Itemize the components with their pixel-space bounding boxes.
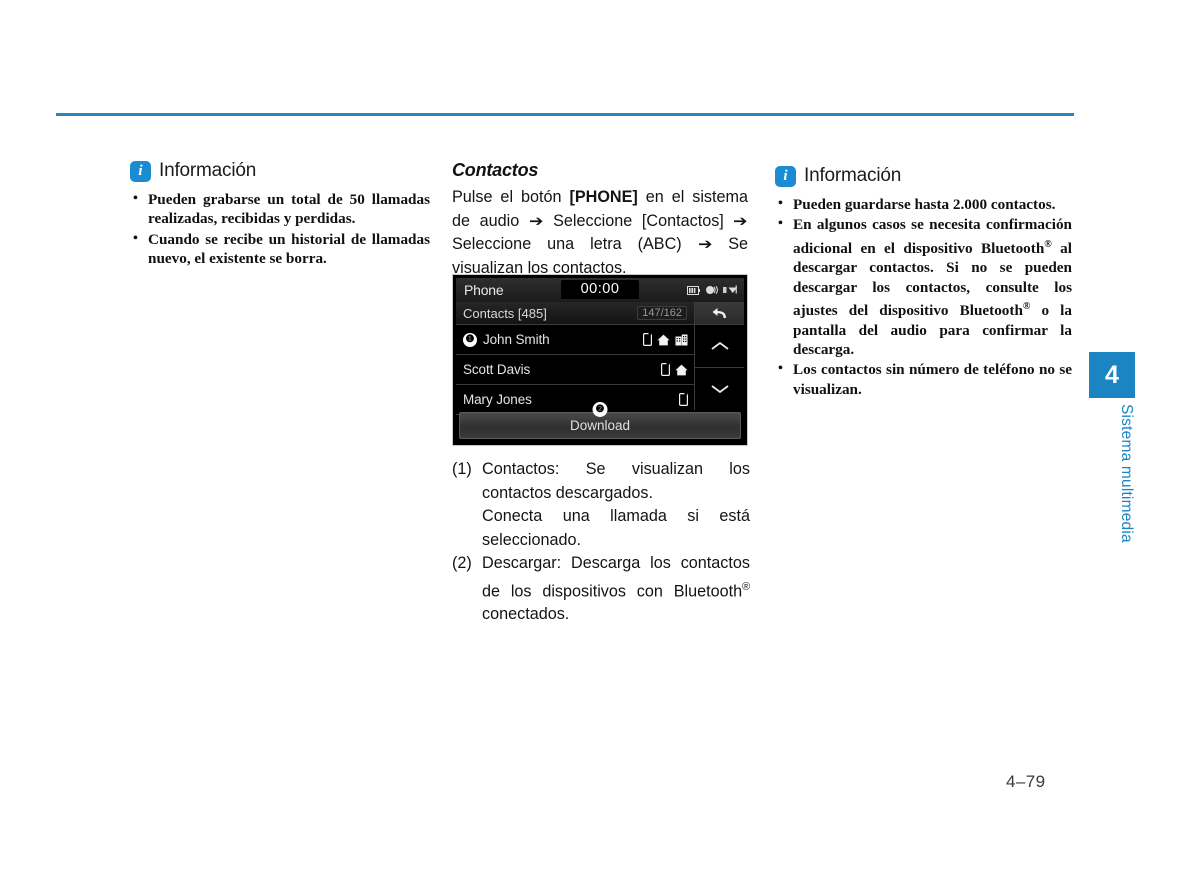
contact-row[interactable]: Scott Davis — [456, 355, 694, 385]
left-info-title: Información — [159, 160, 257, 181]
callout-text: Contactos: Se visualizan los contactos d… — [482, 460, 750, 502]
registered-mark: ® — [1044, 238, 1052, 250]
callout-badge-2: ❷ — [592, 402, 608, 417]
right-info-box: i Información Pueden guardarse hasta 2.0… — [775, 165, 1072, 399]
para-part-1: Pulse el botón — [452, 188, 570, 206]
page-number: 4–79 — [1006, 772, 1046, 791]
battery-icon — [687, 285, 700, 295]
status-clock: 00:00 — [561, 280, 639, 299]
callout-text-b: conectados. — [482, 605, 570, 624]
header-rule — [56, 113, 1074, 116]
right-info-heading: i Información — [775, 165, 1072, 187]
callout-text-a: Descargar: Descarga los contactos de los… — [482, 554, 750, 600]
contact-row[interactable]: ❶ John Smith — [456, 325, 694, 355]
mobile-icon — [643, 333, 652, 346]
list-item: Cuando se recibe un historial de llamada… — [130, 229, 430, 269]
volume-icon — [706, 285, 718, 295]
arrow-icon: ➔ — [697, 236, 713, 254]
callout-text: Descargar: Descarga los contactos de los… — [482, 552, 750, 627]
device-screenshot: Phone 00:00 Contacts [485] 147/162 ❶ Joh… — [452, 274, 748, 446]
chapter-label: Sistema multimedia — [1118, 404, 1135, 543]
bullet-text-a: En algunos casos se necesita confirmació… — [793, 216, 1072, 257]
left-info-box: i Información Pueden grabarse un total d… — [130, 160, 430, 269]
contacts-label: Contacts [485] — [463, 305, 547, 321]
contact-row[interactable]: Mary Jones — [456, 385, 694, 415]
status-title: Phone — [464, 282, 504, 298]
callout-item-2: (2) Descargar: Descarga los contactos de… — [452, 552, 750, 627]
list-item: En algunos casos se necesita confirmació… — [775, 214, 1072, 359]
device-inner: Phone 00:00 Contacts [485] 147/162 ❶ Joh… — [456, 278, 744, 442]
home-icon — [657, 334, 670, 345]
signal-icon — [723, 285, 737, 294]
info-icon: i — [775, 165, 796, 187]
back-button[interactable] — [695, 302, 744, 325]
callout-number: (2) — [452, 554, 472, 572]
contact-icons — [679, 393, 688, 406]
arrow-icon: ➔ — [528, 212, 544, 230]
contacts-subbar: Contacts [485] 147/162 — [456, 302, 694, 325]
chevron-up-icon — [710, 341, 729, 350]
contact-icons — [661, 363, 688, 376]
mobile-icon — [661, 363, 670, 376]
contact-name: Mary Jones — [463, 392, 532, 407]
device-body: Contacts [485] 147/162 ❶ John Smith Scot… — [456, 302, 744, 415]
callout-badge-1: ❶ — [463, 332, 477, 347]
contacts-list: Contacts [485] 147/162 ❶ John Smith Scot… — [456, 302, 694, 415]
para-part-4: Seleccione una letra (ABC) — [452, 235, 698, 254]
download-label: Download — [569, 418, 631, 433]
chapter-number-tab: 4 — [1089, 352, 1135, 398]
manual-page: i Información Pueden grabarse un total d… — [0, 0, 1200, 875]
device-side-nav — [694, 302, 744, 410]
right-info-title: Información — [804, 165, 902, 186]
list-item: Los contactos sin número de teléfono no … — [775, 359, 1072, 399]
mobile-icon — [679, 393, 688, 406]
contact-icons — [643, 333, 688, 346]
chevron-down-icon — [710, 385, 729, 394]
callout-subtext: Conecta una llamada si está seleccionado… — [482, 507, 750, 549]
callout-item-1: (1) Contactos: Se visualizan los contact… — [452, 458, 750, 505]
right-info-bullets: Pueden guardarse hasta 2.000 contactos. … — [775, 194, 1072, 399]
section-paragraph: Pulse el botón [PHONE] en el sistema de … — [452, 186, 748, 280]
office-icon — [675, 334, 688, 345]
contacts-section: Contactos Pulse el botón [PHONE] en el s… — [452, 160, 748, 280]
download-button[interactable]: ❷ Download — [459, 402, 741, 439]
status-icon-group — [687, 285, 738, 295]
left-info-bullets: Pueden grabarse un total de 50 llamadas … — [130, 189, 430, 269]
para-part-3: Seleccione [Contactos] — [543, 211, 734, 230]
info-icon: i — [130, 160, 151, 182]
device-status-bar: Phone 00:00 — [456, 278, 744, 302]
callout-descriptions: (1) Contactos: Se visualizan los contact… — [452, 458, 750, 627]
back-icon — [712, 307, 726, 318]
phone-button-ref: [PHONE] — [569, 188, 638, 206]
arrow-icon: ➔ — [733, 212, 748, 230]
left-info-heading: i Información — [130, 160, 430, 182]
list-item: Pueden grabarse un total de 50 llamadas … — [130, 189, 430, 229]
contacts-counter: 147/162 — [637, 306, 687, 320]
home-icon — [675, 364, 688, 375]
scroll-up-button[interactable] — [695, 325, 744, 368]
registered-mark: ® — [742, 580, 750, 593]
callout-number: (1) — [452, 460, 472, 478]
contact-name: John Smith — [483, 332, 550, 347]
contact-name: Scott Davis — [463, 362, 531, 377]
section-title: Contactos — [452, 160, 539, 180]
scroll-down-button[interactable] — [695, 368, 744, 410]
list-item: Pueden guardarse hasta 2.000 contactos. — [775, 194, 1072, 214]
